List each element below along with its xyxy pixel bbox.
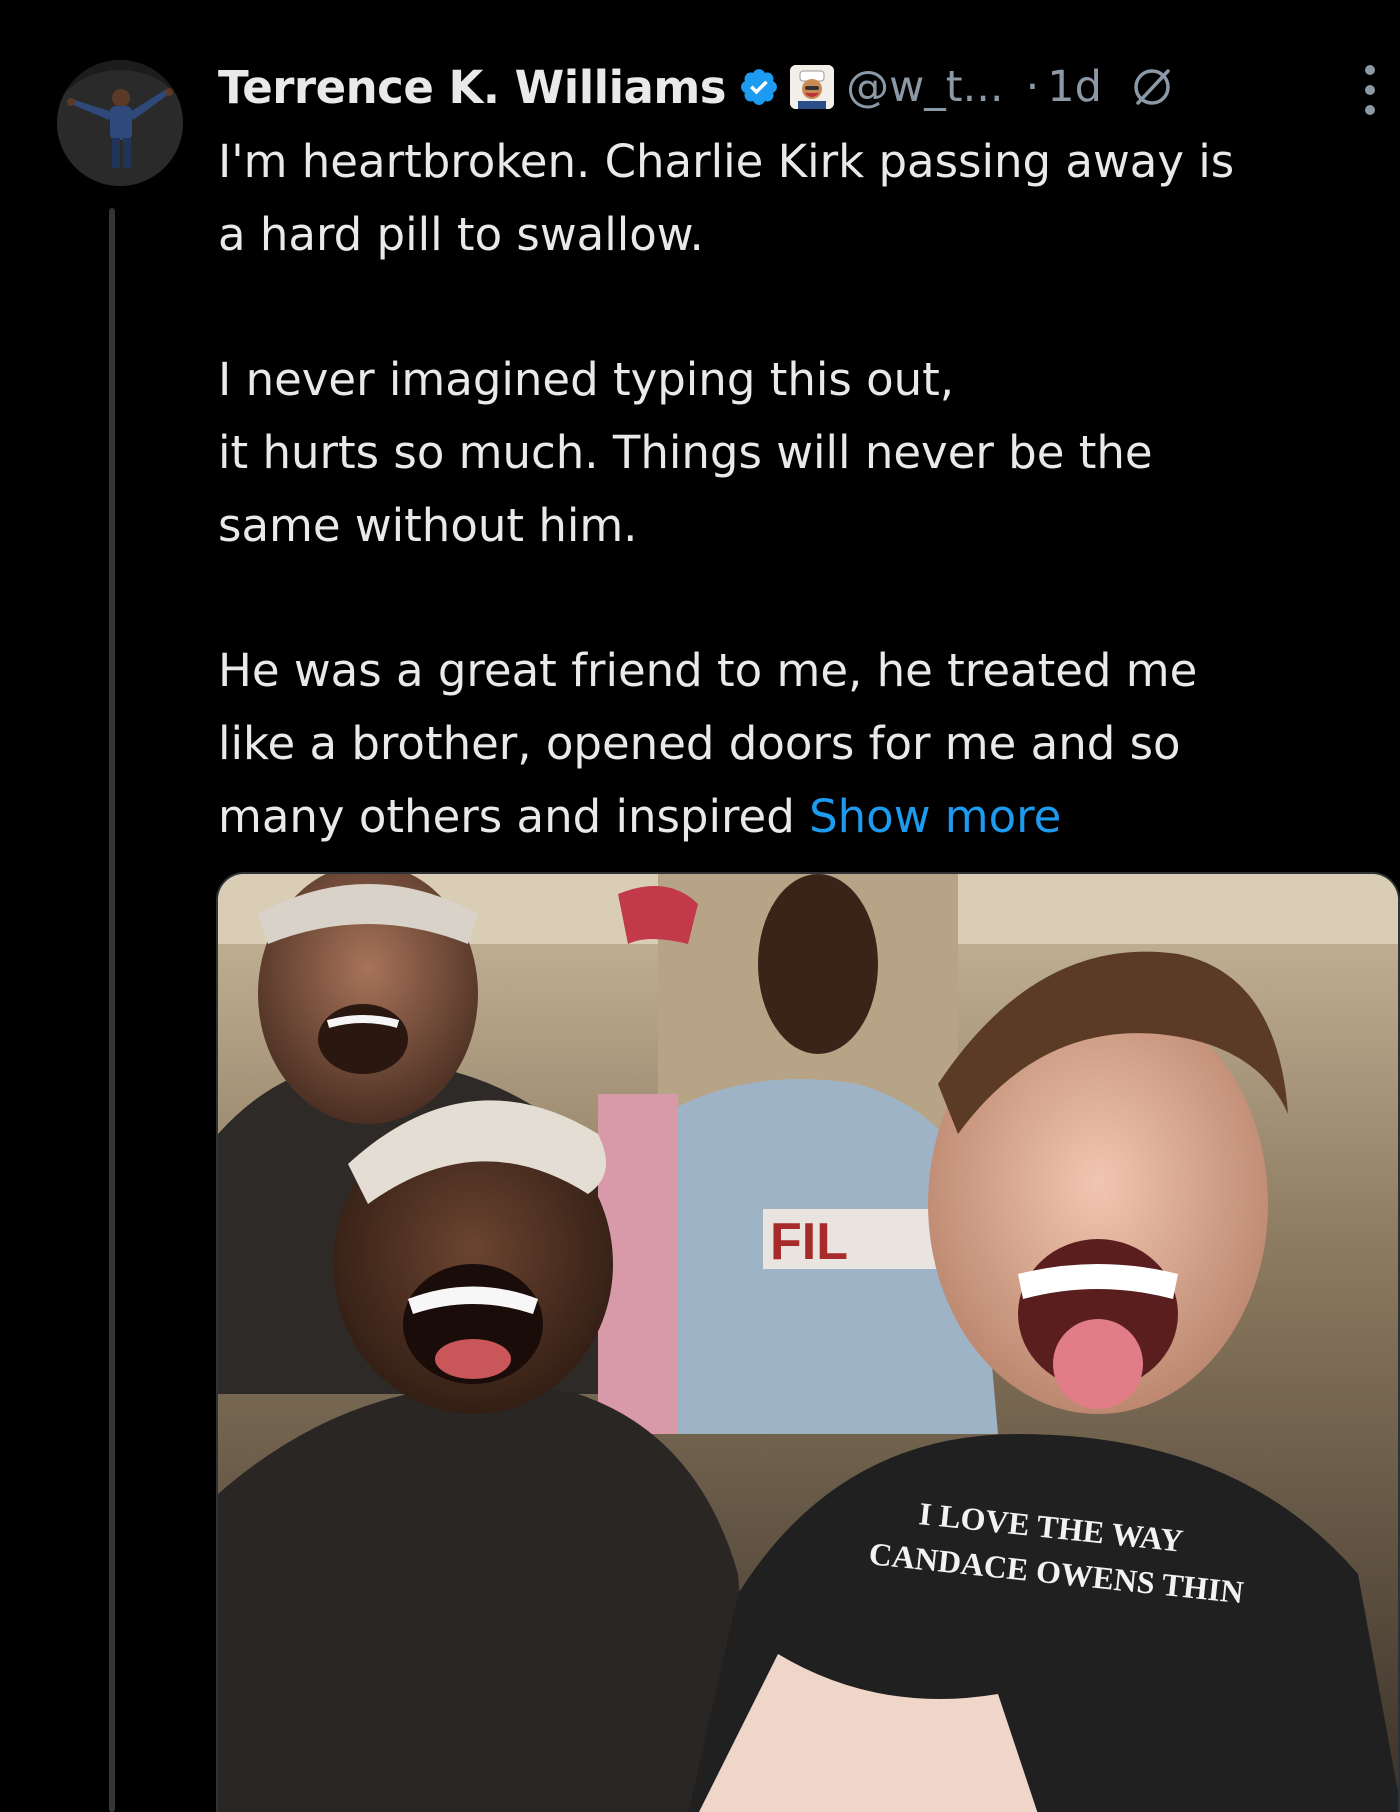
avatar[interactable] (57, 60, 183, 186)
thread-line (109, 208, 115, 1812)
affiliate-badge-icon[interactable] (790, 65, 835, 109)
text-line-with-link: many others and inspired Show more (218, 780, 1383, 853)
author-display-name[interactable]: Terrence K. Williams (218, 61, 727, 114)
avatar-image (57, 60, 183, 186)
text-line: I never imagined typing this out, (218, 353, 955, 406)
text-line: He was a great friend to me, he treated … (218, 644, 1198, 697)
tweet[interactable]: Terrence K. Williams @w_t... · 1d I'm he… (0, 0, 1400, 1812)
svg-text:FIL: FIL (770, 1213, 848, 1271)
photo: FIL I LOVE THE WAY CANDACE OWENS THIN (218, 874, 1398, 1812)
timestamp[interactable]: 1d (1047, 62, 1102, 112)
text-line: same without him. (218, 499, 638, 552)
grok-icon[interactable] (1130, 65, 1174, 109)
tweet-text: I'm heartbroken. Charlie Kirk passing aw… (218, 125, 1383, 853)
text-line: many others and inspired (218, 790, 810, 843)
separator-dot: · (1025, 62, 1040, 112)
text-line: I'm heartbroken. Charlie Kirk passing aw… (218, 135, 1235, 188)
tweet-header: Terrence K. Williams @w_t... · 1d (218, 52, 1388, 122)
author-handle[interactable]: @w_t... (846, 62, 1004, 112)
text-line: a hard pill to swallow. (218, 208, 704, 261)
text-line: like a brother, opened doors for me and … (218, 717, 1181, 770)
tweet-media[interactable]: FIL I LOVE THE WAY CANDACE OWENS THIN (216, 872, 1400, 1812)
show-more-link[interactable]: Show more (809, 790, 1061, 843)
more-vertical-icon[interactable] (1355, 62, 1385, 118)
verified-badge-icon[interactable] (738, 66, 780, 108)
text-line: it hurts so much. Things will never be t… (218, 426, 1153, 479)
